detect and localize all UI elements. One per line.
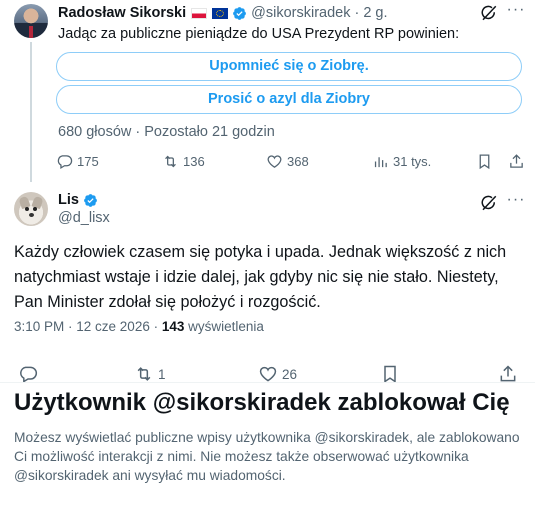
author-avatar[interactable] [14,192,48,226]
views-button[interactable]: 31 tys. [372,150,431,172]
author-name[interactable]: Radosław Sikorski [58,5,186,21]
author-name[interactable]: Lis [58,192,79,208]
poll-option-2[interactable]: Prosić o azyl dla Ziobry [56,85,522,114]
poll-option-1[interactable]: Upomnieć się o Ziobrę. [56,52,522,81]
grok-icon[interactable] [480,4,498,22]
grok-icon[interactable] [480,194,498,212]
blocked-notice-description: Możesz wyświetlać publiczne wpisy użytko… [14,430,520,483]
like-count: 368 [287,153,309,169]
bookmark-button[interactable] [476,150,497,172]
parent-post[interactable]: Radosław Sikorski @sikorskiradek · 2 g. … [0,0,535,182]
like-count: 26 [282,366,298,382]
post-time[interactable]: 2 g. [363,5,387,21]
blocked-notice-title: Użytkownik @sikorskiradek zablokował Cię [14,389,510,416]
section-divider [0,382,535,383]
more-options-icon[interactable]: ··· [505,192,527,212]
heart-icon [267,154,282,168]
analytics-icon [374,156,387,167]
repost-count: 1 [158,366,166,382]
separator-dot: · [354,5,360,21]
post-header: Lis [58,192,98,208]
like-button[interactable]: 368 [266,150,309,172]
eu-flag-icon [212,7,229,19]
poll-meta: 680 głosów · Pozostało 21 godzin [58,124,275,140]
more-options-icon[interactable]: ··· [505,2,527,22]
repost-icon [137,367,151,381]
post-metadata: 3:10 PM · 12 cze 2026 · 143 wyświetlenia [14,319,264,334]
repost-icon [165,155,176,167]
verified-badge-icon [84,193,97,207]
heart-icon [259,366,277,382]
post-text: Każdy człowiek czasem się potyka i upada… [14,243,507,311]
reply-icon [20,366,38,383]
focused-post: Lis @d_lisx ··· Każdy człowiek czasem si… [0,182,535,383]
repost-button[interactable]: 136 [162,150,205,172]
share-icon [500,365,516,382]
views-label: wyświetlenia [184,319,264,334]
share-button[interactable] [508,150,529,172]
views-count: 31 tys. [393,153,432,169]
author-avatar[interactable] [14,4,48,38]
author-handle[interactable]: @d_lisx [58,210,110,226]
verified-badge-icon [233,6,247,20]
post-header: Radosław Sikorski @sikorskiradek · 2 g. [58,4,388,22]
reply-button[interactable]: 175 [56,150,99,172]
blocked-notice: Użytkownik @sikorskiradek zablokował Cię… [14,388,524,485]
post-text: Jadąc za publiczne pieniądze do USA Prez… [58,26,460,42]
repost-count: 136 [183,153,205,169]
thread-connector-line [30,42,32,182]
share-icon [510,153,523,168]
post-actions: 175 136 368 31 tys. [56,150,526,172]
reply-icon [57,154,73,169]
reply-count: 175 [77,153,99,169]
bookmark-icon [384,365,396,383]
poland-flag-icon [191,7,208,19]
bookmark-icon [479,153,490,169]
post-timestamp[interactable]: 3:10 PM · 12 cze 2026 · [14,319,162,334]
views-count: 143 [161,319,185,334]
author-handle[interactable]: @sikorskiradek [251,5,350,21]
